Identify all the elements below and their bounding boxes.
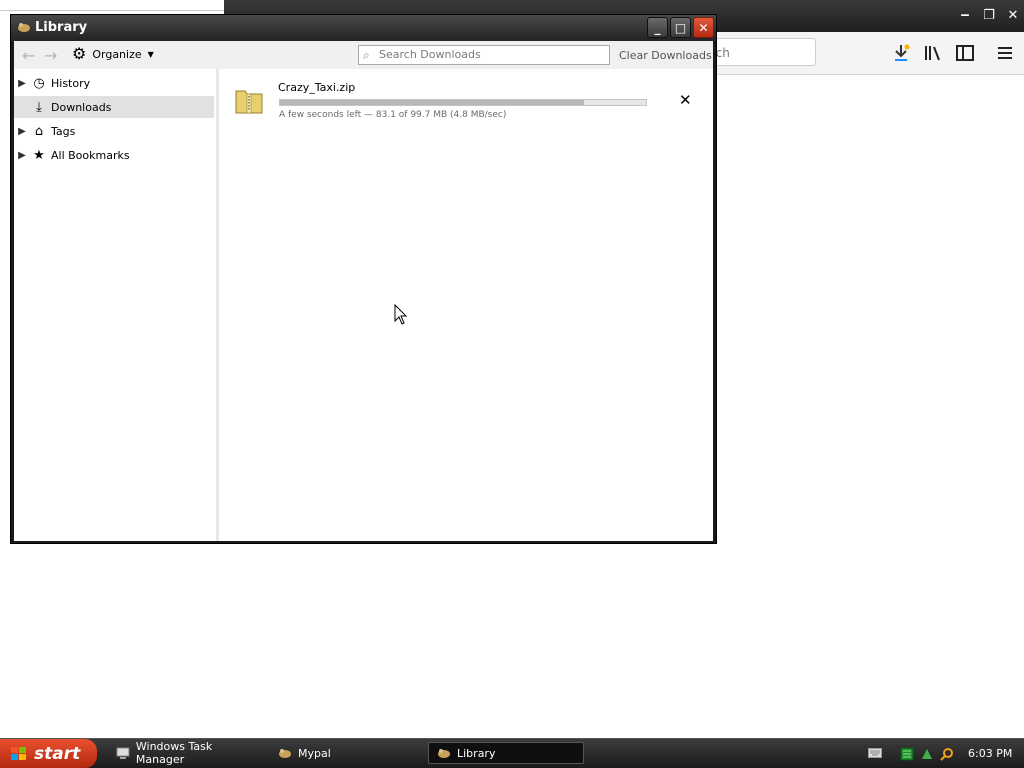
close-button[interactable]: ✕ — [693, 17, 714, 38]
gear-icon: ⚙ — [72, 44, 87, 63]
download-arrow-icon[interactable] — [890, 42, 912, 64]
minimize-icon: _ — [654, 20, 661, 35]
start-label: start — [34, 743, 81, 764]
star-icon: ★ — [33, 147, 45, 163]
download-filename: Crazy_Taxi.zip — [278, 81, 356, 94]
mypal-app-icon — [279, 749, 291, 758]
maximize-button[interactable]: □ — [670, 17, 691, 38]
taskbar: start Windows Task Manager Mypal Library — [0, 738, 1024, 768]
dropdown-arrow-icon: ▼ — [147, 49, 154, 59]
search-tray-icon[interactable] — [940, 747, 954, 761]
back-arrow-icon[interactable]: ← — [22, 46, 35, 65]
clear-downloads-button[interactable]: Clear Downloads — [619, 49, 712, 62]
organize-button[interactable]: ⚙ Organize ▼ — [72, 44, 154, 63]
organize-label: Organize — [92, 47, 142, 61]
mypal-app-icon — [438, 749, 450, 758]
sidebar-toggle-icon[interactable] — [954, 42, 976, 64]
forward-arrow-icon[interactable]: → — [44, 46, 57, 65]
expand-arrow-icon[interactable]: ▶ — [14, 78, 30, 89]
green-status-icon[interactable] — [900, 747, 914, 761]
library-toolbar: ← → ⚙ Organize ▼ ⌕ Search Downloads Clea… — [14, 41, 713, 69]
maximize-icon: □ — [674, 20, 687, 35]
background-strip — [0, 0, 224, 11]
tag-icon: ⌂ — [34, 123, 44, 139]
system-tray: 6:03 PM — [900, 739, 1024, 768]
sidebar-item-history[interactable]: ▶ ◷ History — [14, 72, 214, 94]
progress-fill — [280, 100, 584, 105]
window-title: Library — [35, 20, 88, 35]
zip-file-icon — [235, 90, 263, 114]
close-icon: ✕ — [698, 20, 709, 35]
minimize-icon[interactable]: ‒ — [954, 4, 976, 26]
library-icon[interactable] — [922, 42, 944, 64]
mouse-cursor-icon — [394, 304, 408, 325]
taskbar-button-library[interactable]: Library — [428, 742, 584, 764]
menu-hamburger-icon[interactable] — [994, 42, 1016, 64]
restore-icon[interactable]: ❐ — [978, 4, 1000, 26]
downloads-list: Crazy_Taxi.zip A few seconds left — 83.1… — [219, 69, 713, 541]
download-icon: ⤓ — [36, 99, 42, 115]
clock: 6:03 PM — [968, 747, 1013, 760]
minimize-button[interactable]: _ — [647, 17, 668, 38]
close-icon[interactable]: ✕ — [1002, 4, 1024, 26]
sidebar-item-tags[interactable]: ▶ ⌂ Tags — [14, 120, 214, 142]
mypal-app-icon — [18, 23, 30, 32]
keyboard-icon[interactable] — [868, 747, 882, 759]
taskbar-button-task-manager[interactable]: Windows Task Manager — [108, 740, 263, 766]
browser-search-input[interactable]: rch — [704, 38, 816, 66]
library-window: Library _ □ ✕ ← → ⚙ Organize ▼ ⌕ Search … — [10, 14, 717, 544]
sidebar-item-all-bookmarks[interactable]: ▶ ★ All Bookmarks — [14, 144, 214, 166]
cancel-download-icon[interactable]: ✕ — [679, 91, 692, 109]
start-button[interactable]: start — [0, 739, 97, 768]
taskbar-button-mypal[interactable]: Mypal — [270, 742, 420, 764]
search-downloads-input[interactable]: ⌕ Search Downloads — [358, 45, 610, 65]
sidebar-item-downloads[interactable]: ⤓ Downloads — [14, 96, 214, 118]
network-icon[interactable] — [920, 747, 934, 761]
expand-arrow-icon[interactable]: ▶ — [14, 126, 30, 137]
library-titlebar[interactable]: Library _ □ ✕ — [11, 15, 716, 41]
task-manager-icon — [116, 747, 130, 759]
windows-flag-icon — [11, 746, 26, 760]
download-progress-bar — [279, 99, 647, 106]
search-icon: ⌕ — [363, 48, 370, 62]
library-body: ▶ ◷ History ⤓ Downloads ▶ ⌂ Tags ▶ ★ All… — [14, 69, 713, 541]
expand-arrow-icon[interactable]: ▶ — [14, 150, 30, 161]
search-placeholder: Search Downloads — [379, 48, 481, 61]
clock-icon: ◷ — [33, 75, 45, 91]
library-sidebar: ▶ ◷ History ⤓ Downloads ▶ ⌂ Tags ▶ ★ All… — [14, 69, 217, 541]
download-status: A few seconds left — 83.1 of 99.7 MB (4.… — [279, 110, 507, 120]
